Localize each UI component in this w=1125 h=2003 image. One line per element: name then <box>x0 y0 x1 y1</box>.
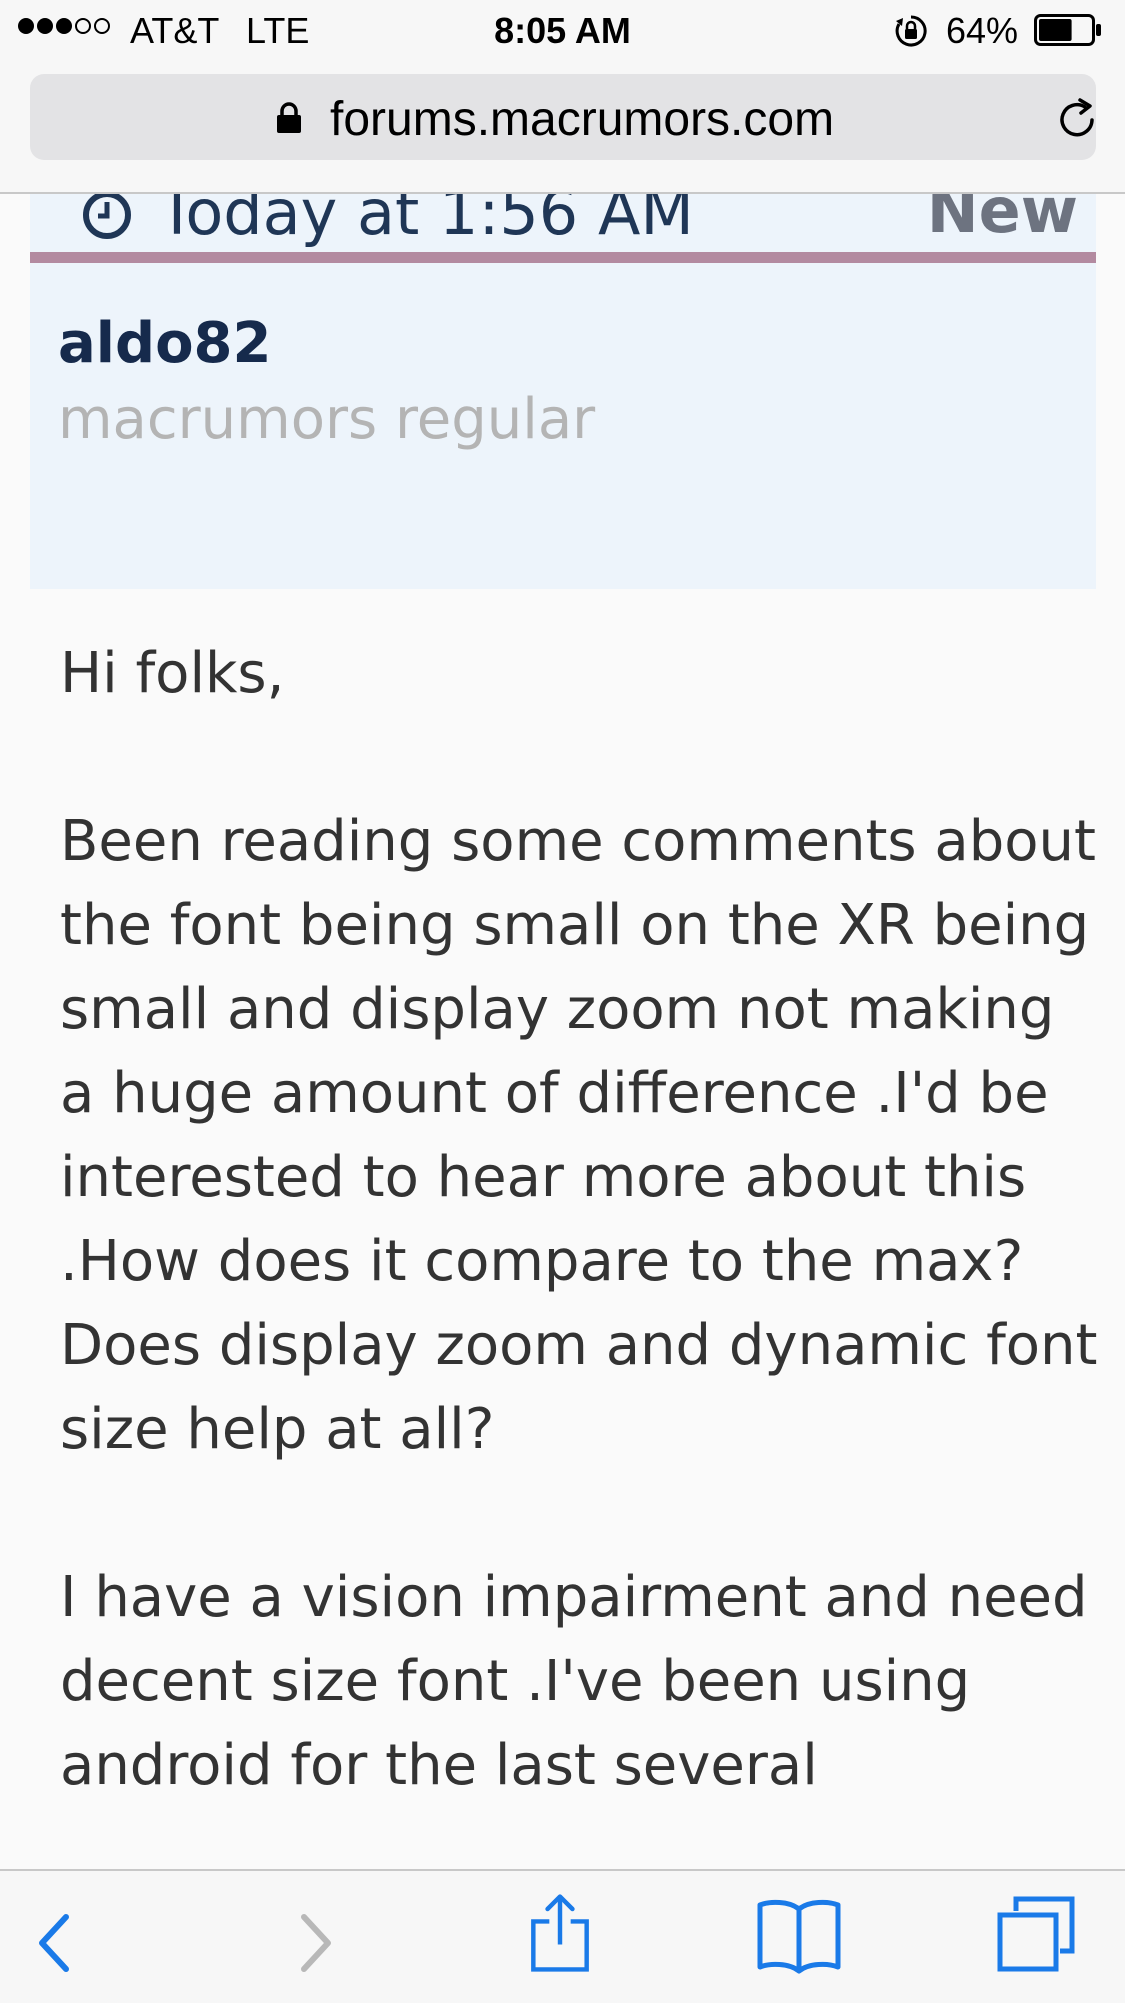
post-body: Hi folks, Been reading some comments abo… <box>60 632 1100 1869</box>
battery-percent: 64% <box>946 10 1019 51</box>
bookmarks-icon[interactable] <box>754 1895 844 1975</box>
battery-icon <box>1034 14 1101 46</box>
post-paragraph: Been reading some comments about the fon… <box>60 809 1098 1462</box>
browser-toolbar <box>0 1869 1125 2003</box>
rotation-lock-icon <box>895 15 927 47</box>
author-username[interactable]: aldo82 <box>58 311 271 376</box>
post-date[interactable]: Today at 1:56 AM <box>158 192 694 249</box>
post-meta: Today at 1:56 AM New <box>30 192 1096 252</box>
post-paragraph: Hi folks, <box>60 641 285 706</box>
url-field[interactable]: forums.macrumors.com <box>30 74 1096 160</box>
tabs-icon[interactable] <box>996 1895 1076 1975</box>
status-bar: AT&T LTE 8:05 AM 64% <box>0 0 1125 62</box>
lock-icon <box>277 102 301 133</box>
url-text: forums.macrumors.com <box>330 93 835 146</box>
forum-page: Today at 1:56 AM New aldo82 macrumors re… <box>0 192 1125 1869</box>
author-block: aldo82 macrumors regular <box>30 263 1096 589</box>
forward-icon[interactable] <box>276 1903 356 1983</box>
clock-icon <box>83 192 131 239</box>
reload-icon[interactable] <box>1054 96 1100 142</box>
author-rank: macrumors regular <box>58 387 596 452</box>
post-divider <box>30 252 1096 263</box>
address-bar: forums.macrumors.com <box>0 62 1125 194</box>
share-icon[interactable] <box>520 1893 600 1973</box>
post-paragraph: I have a vision impairment and need dece… <box>60 1565 1088 1798</box>
back-icon[interactable] <box>24 1903 104 1983</box>
new-badge: New <box>926 192 1078 247</box>
